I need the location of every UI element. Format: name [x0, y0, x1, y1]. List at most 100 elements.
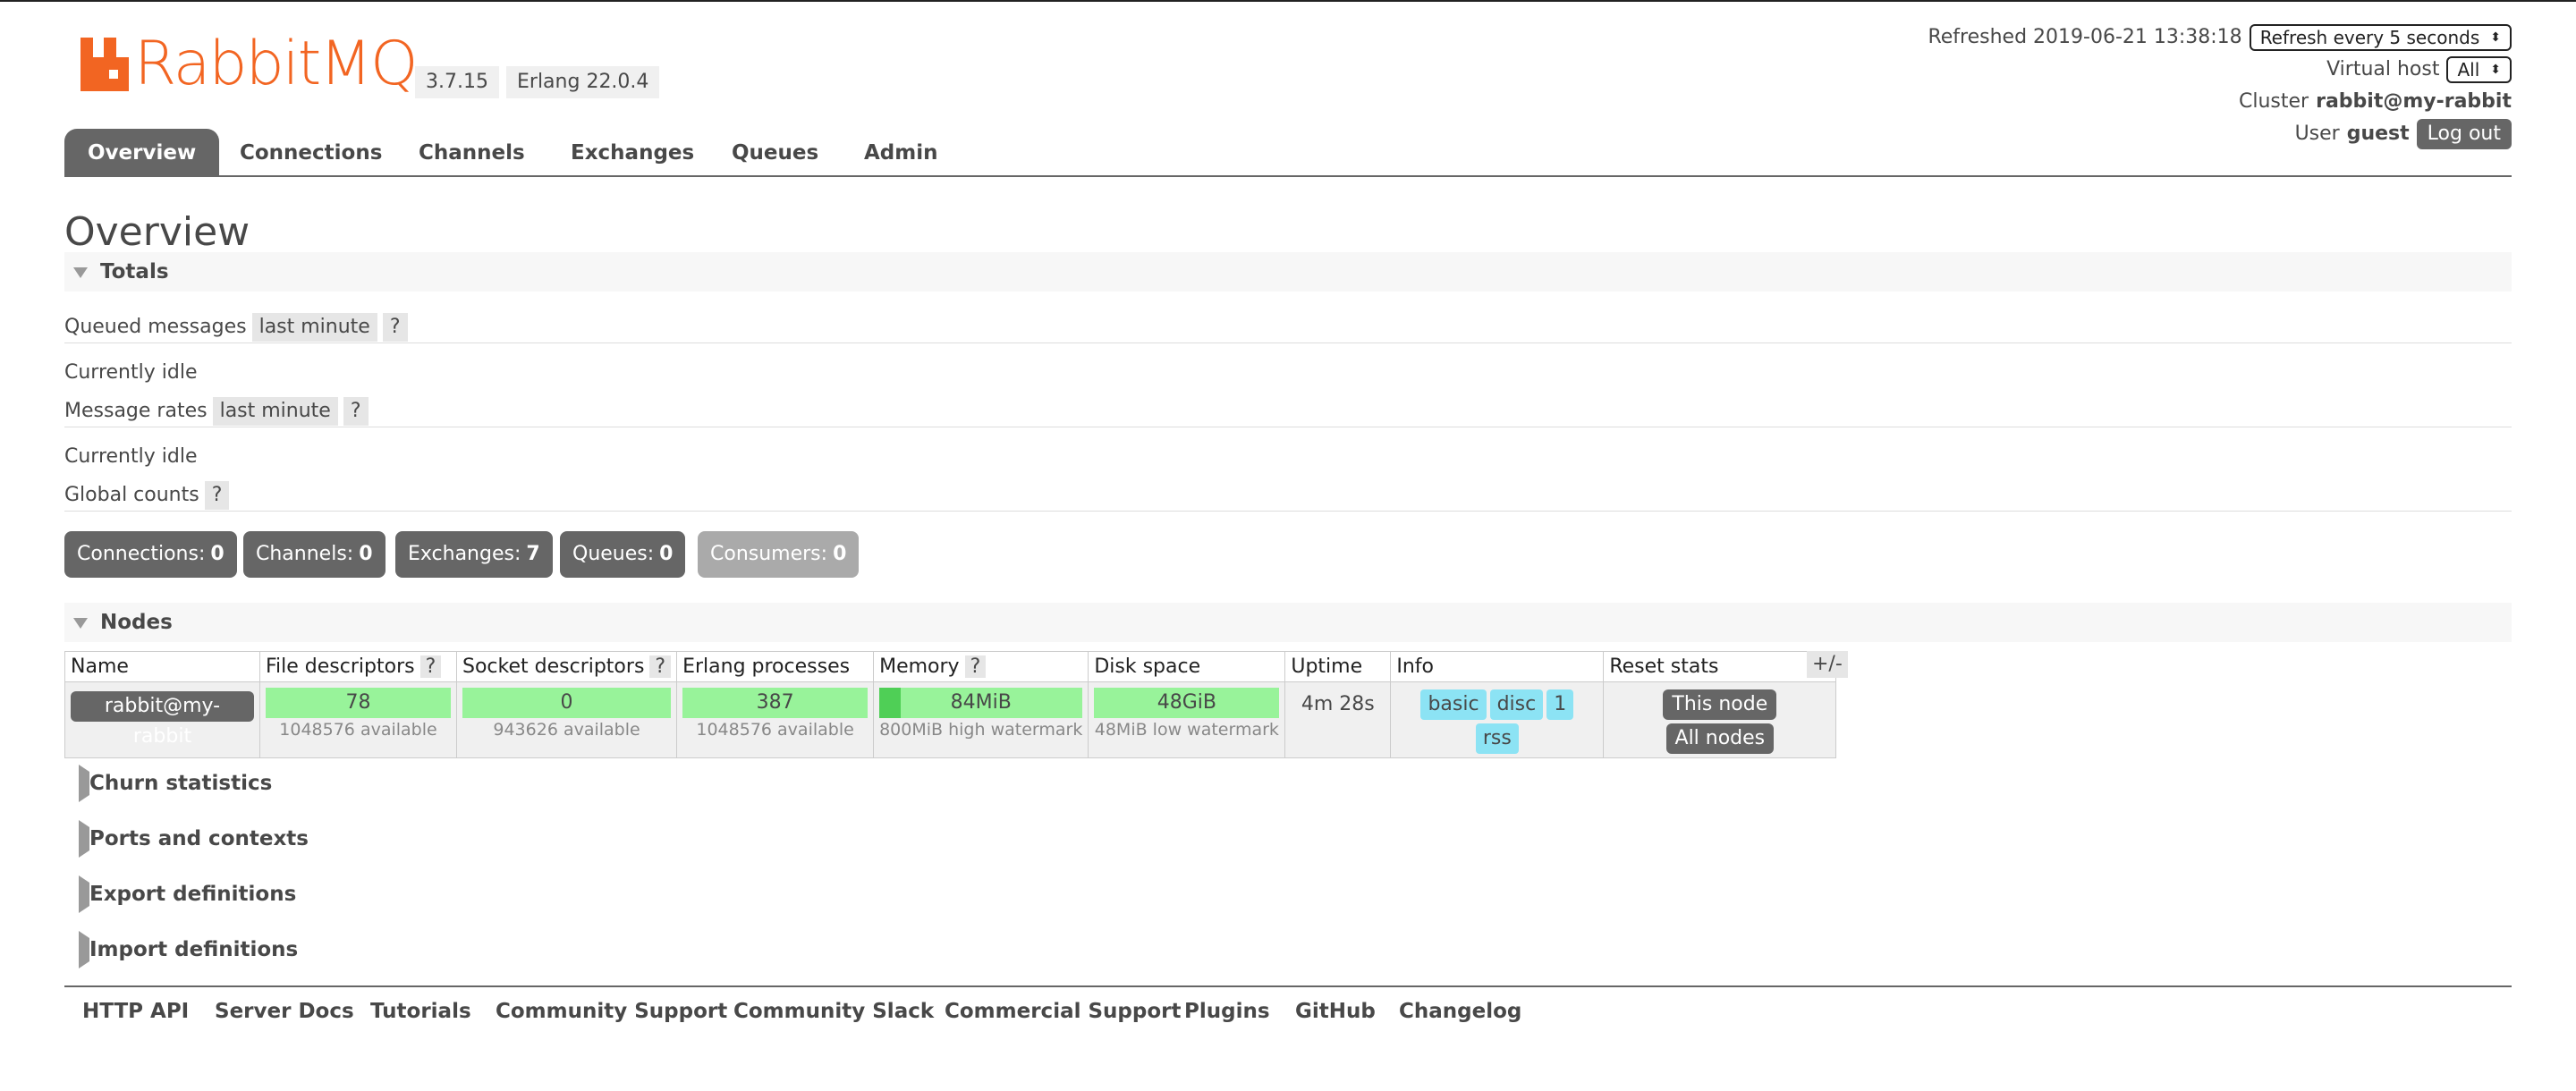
- rates-idle-text: Currently idle: [64, 445, 198, 468]
- info-cell: basic disc 1 rss: [1390, 681, 1605, 758]
- col-disk-label: Disk space: [1094, 655, 1201, 678]
- table-header-row: Name File descriptors? Socket descriptor…: [64, 651, 1837, 682]
- sd-cell: 0 943626 available: [455, 681, 678, 758]
- col-ep-label: Erlang processes: [682, 655, 851, 678]
- count-label: Channels:: [256, 543, 354, 565]
- rabbitmq-logo[interactable]: RabbitMQ TM: [80, 29, 436, 99]
- refreshed-timestamp: Refreshed 2019-06-21 13:38:18: [1928, 26, 2242, 48]
- ep-bar: 387: [682, 688, 869, 718]
- rates-range-selector[interactable]: last minute: [212, 397, 338, 426]
- column-toggle-button[interactable]: +/-: [1807, 651, 1848, 678]
- tab-connections[interactable]: Connections: [216, 129, 405, 177]
- tab-channels[interactable]: Channels: [395, 129, 548, 177]
- footer-link-plugins[interactable]: Plugins: [1184, 1000, 1270, 1023]
- consumers-count[interactable]: Consumers: 0: [698, 531, 860, 578]
- section-label: Churn statistics: [89, 772, 273, 795]
- footer-link-http-api[interactable]: HTTP API: [82, 1000, 189, 1023]
- tab-overview[interactable]: Overview: [64, 129, 220, 177]
- count-label: Exchanges:: [408, 543, 521, 565]
- queued-range-selector[interactable]: last minute: [251, 313, 377, 342]
- count-label: Connections:: [77, 543, 206, 565]
- vhost-label: Virtual host: [2326, 58, 2440, 80]
- memory-help-button[interactable]: ?: [964, 655, 987, 678]
- expand-triangle-icon: [79, 931, 89, 968]
- tab-admin[interactable]: Admin: [841, 129, 962, 177]
- rates-help-button[interactable]: ?: [343, 397, 369, 426]
- rabbit-logo-icon: [80, 38, 129, 91]
- select-arrows-icon: ⬍: [2490, 63, 2501, 77]
- footer-links: HTTP API Server Docs Tutorials Community…: [64, 985, 2512, 1037]
- totals-section-toggle[interactable]: Totals: [64, 252, 2512, 292]
- count-value: 0: [210, 543, 225, 565]
- section-label: Import definitions: [89, 938, 299, 961]
- count-value: 0: [359, 543, 373, 565]
- reset-all-nodes-button[interactable]: All nodes: [1665, 723, 1775, 754]
- fd-value: 78: [345, 691, 371, 714]
- col-sd-label: Socket descriptors: [462, 655, 645, 678]
- page-title: Overview: [64, 209, 250, 255]
- col-reset-stats: Reset stats: [1603, 651, 1837, 682]
- footer-link-commercial-support[interactable]: Commercial Support: [945, 1000, 1182, 1023]
- nodes-table: Name File descriptors? Socket descriptor…: [64, 651, 1837, 758]
- disk-watermark: 48MiB low watermark: [1094, 720, 1279, 740]
- disk-value: 48GiB: [1157, 691, 1216, 714]
- channels-count[interactable]: Channels: 0: [243, 531, 386, 578]
- sd-bar: 0: [462, 688, 672, 718]
- count-value: 0: [833, 543, 847, 565]
- tab-queues[interactable]: Queues: [708, 129, 842, 177]
- ep-value: 387: [756, 691, 794, 714]
- exchanges-count[interactable]: Exchanges: 7: [395, 531, 553, 578]
- memory-cell: 84MiB 800MiB high watermark: [873, 681, 1089, 758]
- col-info: Info: [1390, 651, 1605, 682]
- message-rates-row: Message rates last minute?: [64, 395, 2512, 427]
- uptime-cell: 4m 28s: [1284, 681, 1392, 758]
- node-name-link[interactable]: rabbit@my-rabbit: [71, 691, 254, 748]
- global-counts-label: Global counts: [64, 484, 199, 506]
- uptime-value: 4m 28s: [1301, 693, 1375, 715]
- memory-bar: 84MiB: [879, 688, 1083, 718]
- footer-link-community-slack[interactable]: Community Slack: [733, 1000, 934, 1023]
- disk-bar: 48GiB: [1094, 688, 1280, 718]
- sd-help-button[interactable]: ?: [649, 655, 672, 678]
- col-uptime-label: Uptime: [1291, 655, 1363, 678]
- refresh-select-value: Refresh every 5 seconds: [2259, 27, 2480, 48]
- footer-link-community-support[interactable]: Community Support: [496, 1000, 727, 1023]
- footer-link-github[interactable]: GitHub: [1295, 1000, 1376, 1023]
- info-tag-count: 1: [1546, 689, 1574, 720]
- refresh-interval-select[interactable]: Refresh every 5 seconds ⬍: [2249, 24, 2512, 51]
- footer-link-server-docs[interactable]: Server Docs: [215, 1000, 354, 1023]
- vhost-select[interactable]: All ⬍: [2446, 56, 2512, 83]
- info-tag-basic: basic: [1420, 689, 1487, 720]
- ports-contexts-toggle[interactable]: Ports and contexts: [64, 819, 309, 858]
- col-info-label: Info: [1396, 655, 1434, 678]
- queues-count[interactable]: Queues: 0: [560, 531, 686, 578]
- fd-help-button[interactable]: ?: [419, 655, 442, 678]
- import-definitions-toggle[interactable]: Import definitions: [64, 930, 298, 969]
- ep-available: 1048576 available: [696, 720, 854, 740]
- export-definitions-toggle[interactable]: Export definitions: [64, 875, 296, 914]
- col-memory: Memory?: [873, 651, 1089, 682]
- queued-help-button[interactable]: ?: [382, 313, 408, 342]
- collapse-triangle-icon: [73, 617, 88, 629]
- disk-cell: 48GiB 48MiB low watermark: [1088, 681, 1286, 758]
- main-nav-tabs: Overview Connections Channels Exchanges …: [64, 129, 2512, 177]
- count-label: Consumers:: [710, 543, 828, 565]
- count-label: Queues:: [572, 543, 655, 565]
- info-tag-rss: rss: [1475, 723, 1519, 754]
- connections-count[interactable]: Connections: 0: [64, 531, 237, 578]
- footer-link-changelog[interactable]: Changelog: [1399, 1000, 1521, 1023]
- reset-this-node-button[interactable]: This node: [1663, 689, 1777, 720]
- logo-text: RabbitMQ: [134, 29, 418, 99]
- col-mem-label: Memory: [879, 655, 960, 678]
- col-uptime: Uptime: [1284, 651, 1392, 682]
- global-help-button[interactable]: ?: [204, 481, 230, 510]
- nodes-title: Nodes: [100, 611, 173, 634]
- fd-bar: 78: [266, 688, 451, 718]
- churn-statistics-toggle[interactable]: Churn statistics: [64, 764, 272, 803]
- tab-exchanges[interactable]: Exchanges: [547, 129, 717, 177]
- nodes-section-toggle[interactable]: Nodes: [64, 603, 2512, 642]
- footer-link-tutorials[interactable]: Tutorials: [370, 1000, 471, 1023]
- cluster-label: Cluster: [2239, 90, 2309, 113]
- info-tag-disc: disc: [1489, 689, 1544, 720]
- queued-messages-row: Queued messages last minute?: [64, 311, 2512, 343]
